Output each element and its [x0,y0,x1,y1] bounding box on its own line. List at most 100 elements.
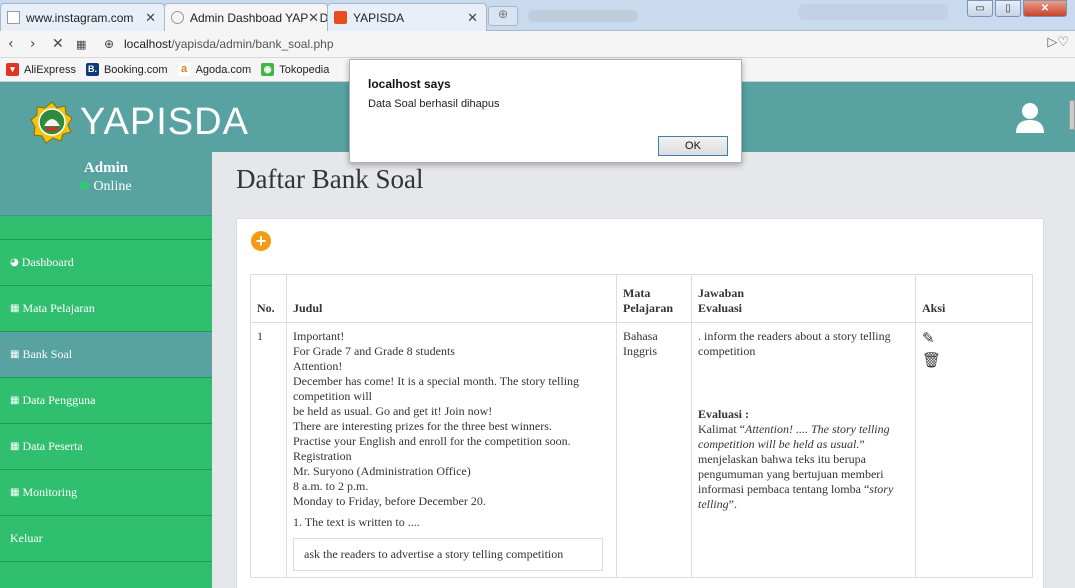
user-status: Online [0,179,212,195]
soal-table: No. Judul Mata Pelajaran Jawaban Evaluasi … [250,274,1033,578]
aliexpress-icon: ▾ [6,63,19,76]
bookmark-aliexpress[interactable]: ▾ AliExpress [6,63,76,76]
content-panel: + No. Judul Mata Pelajaran Jawaban Evaluas… [236,218,1044,588]
maximize-button[interactable]: ▯ [995,0,1021,17]
yapisda-logo-icon [30,101,73,144]
passage-line: Practise your English and enroll for the… [293,434,571,448]
sidebar-item-label: Data Pengguna [22,393,96,407]
close-window-button[interactable]: ✕ [1023,0,1067,17]
header-text: Evaluasi [698,301,743,315]
sidebar-item-label: Monitoring [22,485,78,499]
tab-title: www.instagram.com [26,10,134,25]
dialog-title: localhost says [368,77,451,91]
sidebar-item-dashboard[interactable]: ◕ Dashboard [0,240,212,286]
passage-line: Mr. Suryono (Administration Office) [293,464,471,478]
header-no: No. [250,274,287,323]
table-icon: ▦ [10,395,20,406]
sidebar-item-label: Mata Pelajaran [22,301,95,315]
evaluasi-text: Kalimat “Attention! .... The story telli… [698,422,909,512]
brand[interactable]: YAPISDA [30,100,249,144]
sidebar-item-monitoring[interactable]: ▦ Monitoring [0,470,212,516]
window-controls: ▭ ▯ ✕ [967,0,1067,17]
cell-jawaban-evaluasi: . inform the readers about a story telli… [691,322,916,578]
passage-line: December has come! It is a special month… [293,374,580,403]
address-bar: ‹ › ✕ ▦ ⊕ localhost/yapisda/admin/bank_s… [0,31,1075,58]
booking-icon: B. [85,63,99,76]
answer-option: ask the readers to advertise a story tel… [293,538,603,571]
passage-line: Attention! [293,359,343,373]
passage-line: be held as usual. Go and get it! Join no… [293,404,493,418]
edit-pencil-icon[interactable]: ✎ [922,329,1026,347]
evaluasi-label: Evaluasi : [698,407,750,421]
bookmark-booking[interactable]: B. Booking.com [85,63,168,76]
ok-button[interactable]: OK [658,136,728,156]
apps-grid-icon[interactable]: ▦ [76,38,86,51]
table-header-row: No. Judul Mata Pelajaran Jawaban Evaluasi … [250,274,1033,323]
add-soal-button[interactable]: + [251,231,271,251]
yapisda-favicon-icon [334,11,347,24]
agoda-icon: a [177,63,191,76]
sidebar: Admin Online ◕ Dashboard ▦ Mata Pelajaran … [0,152,212,588]
bookmark-agoda[interactable]: a Agoda.com [177,63,251,76]
cell-judul: Important! For Grade 7 and Grade 8 stude… [286,322,617,578]
sidebar-item-label: Data Peserta [22,439,83,453]
tab-admin-dashboard[interactable]: Admin Dashboad YAPISDA ✕ [164,3,328,31]
header-mata-pelajaran: Mata Pelajaran [616,274,692,323]
passage-line: For Grade 7 and Grade 8 students [293,344,455,358]
close-tab-icon[interactable]: ✕ [308,10,319,26]
url-input[interactable]: localhost/yapisda/admin/bank_soal.php [124,37,334,51]
forward-icon[interactable]: › [30,36,36,52]
tab-yapisda[interactable]: YAPISDA ✕ [327,3,487,31]
browser-tab-bar: www.instagram.com ✕ Admin Dashboad YAPIS… [0,0,1075,31]
user-icon[interactable] [1015,102,1045,134]
evaluasi-part: Kalimat “ [698,422,745,436]
blurred-region [798,4,948,20]
stop-icon[interactable]: ✕ [52,36,64,52]
loading-icon [171,11,184,24]
brand-title: YAPISDA [80,100,249,143]
page-icon [7,11,20,24]
bookmark-label: AliExpress [24,63,76,76]
passage-line: Important! [293,329,345,343]
header-text: Jawaban [698,286,745,300]
sidebar-item-label: Keluar [10,531,43,545]
share-heart-icons[interactable]: ▷♡ [1047,35,1069,50]
passage-line: 8 a.m. to 2 p.m. [293,479,369,493]
user-name: Admin [83,160,129,176]
cell-no: 1 [250,322,287,578]
url-host: localhost [124,37,172,51]
new-tab-button[interactable]: ⊕ [488,6,518,26]
bookmark-tokopedia[interactable]: ◉ Tokopedia [261,63,329,76]
alert-dialog: localhost says Data Soal berhasil dihapu… [349,59,742,163]
cell-aksi: ✎ 🗑 [915,322,1033,578]
site-info-icon[interactable]: ⊕ [104,37,114,51]
header-text: Pelajaran [623,301,673,315]
bookmark-label: Tokopedia [279,63,330,76]
cell-mata-pelajaran: Bahasa Inggris [616,322,692,578]
passage-line: There are interesting prizes for the thr… [293,419,552,433]
sidebar-item-keluar[interactable]: Keluar [0,516,212,562]
table-icon: ▦ [10,303,20,314]
sidebar-item-bank-soal[interactable]: ▦ Bank Soal [0,332,212,378]
close-tab-icon[interactable]: ✕ [467,10,478,26]
sidebar-item-data-peserta[interactable]: ▦ Data Peserta [0,424,212,470]
header-jawaban-evaluasi: Jawaban Evaluasi [691,274,916,323]
delete-trash-icon[interactable]: 🗑 [922,351,1026,369]
minimize-button[interactable]: ▭ [967,0,993,17]
sidebar-item-mata-pelajaran[interactable]: ▦ Mata Pelajaran [0,286,212,332]
bookmark-label: Booking.com [103,63,168,76]
back-icon[interactable]: ‹ [8,36,14,52]
table-icon: ▦ [10,487,20,498]
sidebar-item-data-pengguna[interactable]: ▦ Data Pengguna [0,378,212,424]
page-scroll-handle[interactable] [1069,100,1075,130]
url-path: /yapisda/admin/bank_soal.php [171,37,334,51]
sidebar-spacer [0,216,212,240]
evaluasi-part: ”. [728,497,737,511]
jawaban-text: . inform the readers about a story telli… [698,329,891,358]
tab-instagram[interactable]: www.instagram.com ✕ [0,3,165,31]
table-row: 1 Important! For Grade 7 and Grade 8 stu… [250,322,1033,578]
online-dot-icon [80,181,90,190]
close-tab-icon[interactable]: ✕ [145,10,156,26]
sidebar-item-label: Bank Soal [22,347,73,361]
dialog-message: Data Soal berhasil dihapus [368,98,500,110]
